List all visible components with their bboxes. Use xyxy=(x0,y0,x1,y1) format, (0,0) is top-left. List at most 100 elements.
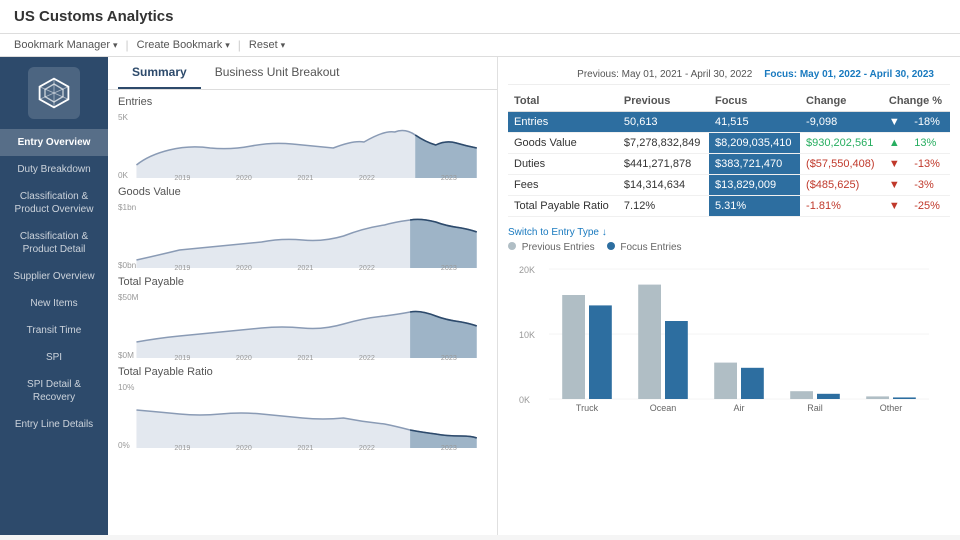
chevron-down-icon2: ▾ xyxy=(225,40,230,51)
svg-text:2022: 2022 xyxy=(359,174,375,182)
create-bookmark-button[interactable]: Create Bookmark ▾ xyxy=(137,39,230,51)
sidebar-item-transit-time[interactable]: Transit Time xyxy=(0,317,108,344)
svg-text:2020: 2020 xyxy=(236,174,252,182)
svg-text:20K: 20K xyxy=(519,265,535,275)
previous-value: $14,314,634 xyxy=(618,175,709,196)
change-pct: -3% xyxy=(908,175,950,196)
reset-button[interactable]: Reset ▾ xyxy=(249,39,285,51)
trend-arrow: ▼ xyxy=(883,154,908,175)
goods-value-chart-label: Goods Value xyxy=(118,186,487,198)
change-value: $930,202,561 xyxy=(800,133,883,154)
bar-chart-area: 20K10K0KTruckOceanAirRailOther xyxy=(508,259,950,419)
svg-text:2023: 2023 xyxy=(441,264,457,272)
entries-chart-box: 5K 0K 2019 2020 xyxy=(118,110,487,182)
legend-focus-dot xyxy=(607,242,615,250)
previous-value: 50,613 xyxy=(618,112,709,133)
change-value: -1.81% xyxy=(800,196,883,217)
tabs-row: Summary Business Unit Breakout xyxy=(108,57,497,90)
change-pct: -18% xyxy=(908,112,950,133)
svg-text:2021: 2021 xyxy=(297,174,313,182)
col-change-pct: Change % xyxy=(883,91,950,112)
legend-previous-dot xyxy=(508,242,516,250)
total-payable-chart-box: $50M $0M 2019 2020 2021 2022 2023 xyxy=(118,290,487,362)
sidebar-item-supplier-overview[interactable]: Supplier Overview xyxy=(0,263,108,290)
sidebar-logo xyxy=(28,67,80,119)
svg-text:Other: Other xyxy=(880,403,903,413)
legend-row: Previous Entries Focus Entries xyxy=(508,242,950,253)
change-pct: -13% xyxy=(908,154,950,175)
svg-text:5K: 5K xyxy=(118,113,129,122)
svg-text:2022: 2022 xyxy=(359,354,375,362)
focus-value: $383,721,470 xyxy=(709,154,800,175)
svg-text:2021: 2021 xyxy=(297,444,313,452)
charts-area: Entries 5K 0K xyxy=(108,90,497,460)
table-row: Duties $441,271,878 $383,721,470 ($57,55… xyxy=(508,154,950,175)
toolbar-divider2: | xyxy=(238,38,241,52)
table-row: Entries 50,613 41,515 -9,098 ▼ -18% xyxy=(508,112,950,133)
svg-text:$0M: $0M xyxy=(118,351,134,360)
entries-chart-section: Entries 5K 0K xyxy=(118,96,487,182)
svg-text:Ocean: Ocean xyxy=(650,403,677,413)
content: Summary Business Unit Breakout Entries 5… xyxy=(108,57,960,535)
table-row: Total Payable Ratio 7.12% 5.31% -1.81% ▼… xyxy=(508,196,950,217)
chevron-down-icon3: ▾ xyxy=(281,40,286,51)
svg-text:0%: 0% xyxy=(118,441,130,450)
sidebar-item-entry-overview[interactable]: Entry Overview xyxy=(0,129,108,156)
col-total: Total xyxy=(508,91,618,112)
tab-business-unit-breakout[interactable]: Business Unit Breakout xyxy=(201,57,354,89)
change-value: ($57,550,408) xyxy=(800,154,883,175)
metric-label: Duties xyxy=(508,154,618,175)
previous-value: 7.12% xyxy=(618,196,709,217)
sidebar-item-spi[interactable]: SPI xyxy=(0,344,108,371)
previous-value: $7,278,832,849 xyxy=(618,133,709,154)
sidebar: Entry Overview Duty Breakdown Classifica… xyxy=(0,57,108,535)
focus-value: 5.31% xyxy=(709,196,800,217)
trend-arrow: ▲ xyxy=(883,133,908,154)
toolbar: Bookmark Manager ▾ | Create Bookmark ▾ |… xyxy=(0,34,960,57)
sidebar-item-new-items[interactable]: New Items xyxy=(0,290,108,317)
sidebar-item-class-product-overview[interactable]: Classification & Product Overview xyxy=(0,183,108,223)
create-bookmark-label: Create Bookmark xyxy=(137,39,223,51)
trend-arrow: ▼ xyxy=(883,175,908,196)
bookmark-manager-button[interactable]: Bookmark Manager ▾ xyxy=(14,39,118,51)
entry-type-section: Switch to Entry Type ↓ Previous Entries … xyxy=(508,227,950,419)
change-value: ($485,625) xyxy=(800,175,883,196)
svg-text:2023: 2023 xyxy=(441,354,457,362)
date-bar: Previous: May 01, 2021 - April 30, 2022 … xyxy=(508,65,950,85)
total-payable-chart-label: Total Payable xyxy=(118,276,487,288)
top-bar: US Customs Analytics xyxy=(0,0,960,34)
entry-type-label[interactable]: Switch to Entry Type ↓ xyxy=(508,227,950,238)
focus-date-range: Focus: May 01, 2022 - April 30, 2023 xyxy=(764,69,934,80)
total-payable-ratio-chart-label: Total Payable Ratio xyxy=(118,366,487,378)
metric-label: Entries xyxy=(508,112,618,133)
sidebar-item-class-product-detail[interactable]: Classification & Product Detail xyxy=(0,223,108,263)
summary-table: Total Previous Focus Change Change % Ent… xyxy=(508,91,950,217)
svg-text:Truck: Truck xyxy=(576,403,599,413)
metric-label: Total Payable Ratio xyxy=(508,196,618,217)
bookmark-manager-label: Bookmark Manager xyxy=(14,39,110,51)
legend-focus: Focus Entries xyxy=(607,242,682,253)
sidebar-item-entry-line-details[interactable]: Entry Line Details xyxy=(0,411,108,438)
focus-value: $8,209,035,410 xyxy=(709,133,800,154)
legend-previous: Previous Entries xyxy=(508,242,595,253)
svg-text:2021: 2021 xyxy=(297,264,313,272)
svg-text:2019: 2019 xyxy=(174,354,190,362)
svg-text:2019: 2019 xyxy=(174,444,190,452)
svg-text:$0bn: $0bn xyxy=(118,261,136,270)
svg-text:2022: 2022 xyxy=(359,264,375,272)
svg-text:2020: 2020 xyxy=(236,444,252,452)
left-panel: Summary Business Unit Breakout Entries 5… xyxy=(108,57,498,535)
svg-text:2021: 2021 xyxy=(297,354,313,362)
toolbar-divider: | xyxy=(126,38,129,52)
sidebar-item-spi-detail[interactable]: SPI Detail & Recovery xyxy=(0,371,108,411)
focus-value: 41,515 xyxy=(709,112,800,133)
sidebar-item-duty-breakdown[interactable]: Duty Breakdown xyxy=(0,156,108,183)
svg-text:$50M: $50M xyxy=(118,293,139,302)
table-row: Goods Value $7,278,832,849 $8,209,035,41… xyxy=(508,133,950,154)
change-value: -9,098 xyxy=(800,112,883,133)
reset-label: Reset xyxy=(249,39,278,51)
tab-summary[interactable]: Summary xyxy=(118,57,201,89)
table-row: Fees $14,314,634 $13,829,009 ($485,625) … xyxy=(508,175,950,196)
main-layout: Entry Overview Duty Breakdown Classifica… xyxy=(0,57,960,535)
change-pct: 13% xyxy=(908,133,950,154)
